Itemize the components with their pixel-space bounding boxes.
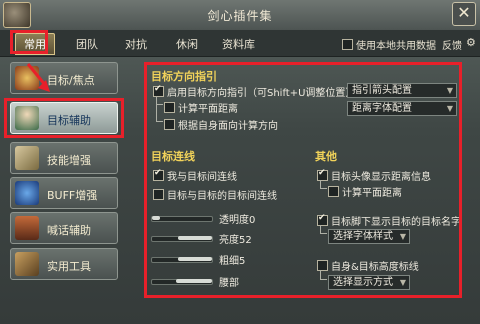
display-mode-dropdown[interactable]: 选择显示方式 ▼	[328, 275, 410, 290]
foot-name-option[interactable]: 目标脚下显示目标的目标名字	[317, 213, 459, 228]
tab-leisure[interactable]: 休闲	[176, 36, 198, 52]
slider-knob[interactable]	[176, 279, 212, 283]
height-line-label: 自身&目标高度标线	[331, 262, 419, 273]
tree-connector	[156, 104, 163, 122]
brightness-label: 亮度52	[219, 235, 252, 246]
share-local-data-option[interactable]: 使用本地共用数据	[342, 37, 436, 52]
slider-knob[interactable]	[152, 216, 160, 220]
section-title-other: 其他	[315, 150, 337, 163]
enable-direction-label: 启用目标方向指引（可Shift+U调整位置）	[167, 88, 356, 99]
tab-database[interactable]: 资料库	[222, 36, 255, 52]
sidebar-item-label: 喊话辅助	[47, 224, 91, 237]
tab-pvp[interactable]: 对抗	[125, 36, 147, 52]
flat-distance-checkbox[interactable]	[164, 102, 175, 113]
sidebar-item-label: 实用工具	[47, 260, 91, 273]
sidebar-item-label: 技能增强	[47, 154, 91, 167]
settings-icon[interactable]: ⚙	[466, 36, 476, 49]
chevron-down-icon: ▼	[399, 278, 406, 287]
settings-panel: 目标方向指引 启用目标方向指引（可Shift+U调整位置） 指引箭头配置 ▼ 计算…	[144, 62, 462, 298]
me-target-line-checkbox[interactable]	[153, 168, 164, 181]
slider-knob[interactable]	[178, 236, 212, 240]
self-facing-checkbox[interactable]	[164, 119, 175, 130]
waist-slider[interactable]	[151, 279, 213, 285]
plugin-window: 剑心插件集 ✕ 常用 团队 对抗 休闲 资料库 使用本地共用数据 反馈 ⚙ 目标…	[0, 0, 480, 324]
target-target-line-option[interactable]: 目标与目标的目标间连线	[153, 187, 277, 202]
thickness-slider[interactable]	[151, 257, 213, 263]
shout-icon	[15, 216, 39, 240]
other-flat-distance-checkbox[interactable]	[328, 186, 339, 197]
avatar-distance-label: 目标头像显示距离信息	[331, 172, 431, 183]
tools-icon	[15, 252, 39, 276]
sidebar-item-label: BUFF增强	[47, 189, 98, 202]
sidebar-item-shout-assist[interactable]: 喊话辅助	[10, 212, 118, 244]
font-style-label: 选择字体样式	[333, 231, 393, 242]
tab-bar: 常用 团队 对抗 休闲 资料库 使用本地共用数据 反馈 ⚙	[0, 30, 480, 57]
feedback-link[interactable]: 反馈	[442, 37, 462, 52]
sidebar-highlight-box	[4, 98, 124, 138]
tree-connector	[320, 225, 327, 234]
height-line-option[interactable]: 自身&目标高度标线	[317, 258, 419, 273]
opacity-slider[interactable]	[151, 216, 213, 222]
flat-distance-option[interactable]: 计算平面距离	[164, 100, 238, 115]
pointer-arrow-icon	[26, 63, 50, 92]
other-flat-distance-label: 计算平面距离	[342, 188, 402, 199]
target-target-line-label: 目标与目标的目标间连线	[167, 191, 277, 202]
foot-name-label: 目标脚下显示目标的目标名字	[331, 217, 459, 228]
avatar-distance-option[interactable]: 目标头像显示距离信息	[317, 168, 431, 183]
buff-icon	[15, 181, 39, 205]
flat-distance-label: 计算平面距离	[178, 104, 238, 115]
section-title-direction: 目标方向指引	[151, 70, 217, 83]
arrow-config-dropdown[interactable]: 指引箭头配置 ▼	[347, 83, 457, 98]
thickness-label: 粗细5	[219, 256, 246, 267]
skill-book-icon	[15, 146, 39, 170]
brightness-slider[interactable]	[151, 236, 213, 242]
share-local-data-checkbox[interactable]	[342, 39, 353, 50]
distance-font-dropdown[interactable]: 距离字体配置 ▼	[347, 101, 457, 116]
target-target-line-checkbox[interactable]	[153, 189, 164, 200]
waist-label: 腰部	[219, 278, 239, 289]
section-title-connection: 目标连线	[151, 150, 195, 163]
me-target-line-label: 我与目标间连线	[167, 172, 237, 183]
sidebar-item-buff-enhance[interactable]: BUFF增强	[10, 177, 118, 209]
display-mode-label: 选择显示方式	[333, 277, 393, 288]
other-flat-distance-option[interactable]: 计算平面距离	[328, 184, 402, 199]
tab-team[interactable]: 团队	[76, 36, 98, 52]
title-bar: 剑心插件集 ✕	[0, 0, 480, 31]
window-title: 剑心插件集	[207, 9, 273, 23]
tree-connector	[320, 180, 327, 189]
font-style-dropdown[interactable]: 选择字体样式 ▼	[328, 229, 410, 244]
opacity-label: 透明度0	[219, 215, 256, 226]
me-target-line-option[interactable]: 我与目标间连线	[153, 168, 237, 183]
close-button[interactable]: ✕	[452, 2, 476, 26]
sidebar-item-skill-enhance[interactable]: 技能增强	[10, 142, 118, 174]
chevron-down-icon: ▼	[399, 232, 406, 241]
arrow-config-label: 指引箭头配置	[352, 85, 412, 96]
distance-font-label: 距离字体配置	[352, 103, 412, 114]
self-facing-option[interactable]: 根据自身面向计算方向	[164, 117, 278, 132]
slider-knob[interactable]	[178, 257, 212, 261]
tree-connector	[320, 270, 327, 280]
tab-highlight-box	[10, 30, 48, 54]
chevron-down-icon: ▼	[446, 86, 453, 95]
sidebar-item-tools[interactable]: 实用工具	[10, 248, 118, 280]
share-local-data-label: 使用本地共用数据	[356, 41, 436, 52]
sidebar-item-label: 目标/焦点	[47, 74, 95, 87]
enable-direction-option[interactable]: 启用目标方向指引（可Shift+U调整位置）	[153, 84, 355, 99]
self-facing-label: 根据自身面向计算方向	[178, 121, 278, 132]
chevron-down-icon: ▼	[446, 104, 453, 113]
